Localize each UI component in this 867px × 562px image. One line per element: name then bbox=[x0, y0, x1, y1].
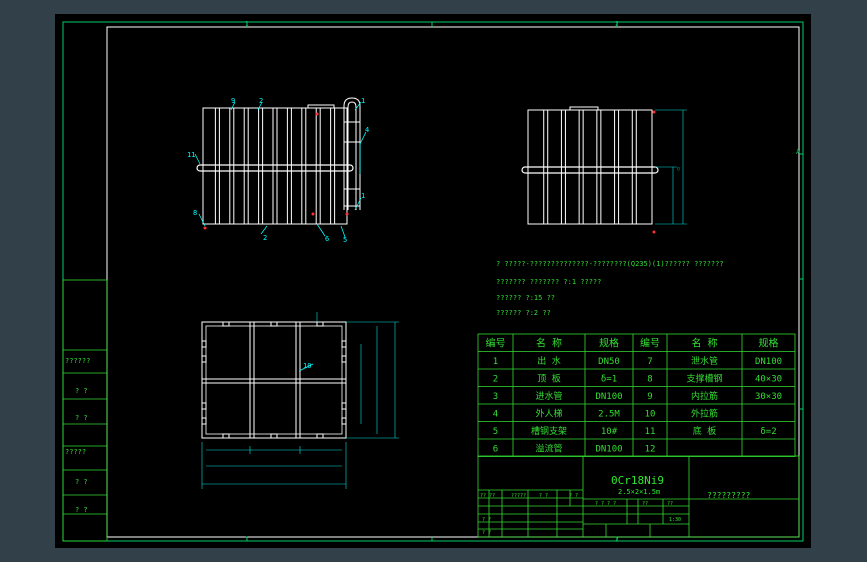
parts-cell: 顶 板 bbox=[537, 373, 560, 385]
parts-cell: 9 bbox=[647, 392, 652, 402]
tb-scale: 1:30 bbox=[669, 517, 681, 523]
parts-cell: δ=2 bbox=[760, 427, 776, 437]
parts-cell: DN100 bbox=[595, 392, 622, 402]
note-line-1: ? ?????-??????????????-????????(Q235)(1)… bbox=[496, 260, 724, 268]
parts-cell: DN50 bbox=[598, 357, 620, 367]
parts-cell: 2 bbox=[493, 375, 498, 385]
tb-cell-1: ?? ?? bbox=[480, 493, 495, 499]
side-dim-label: ▯ bbox=[677, 166, 680, 172]
zone-letter-top-2: 2 bbox=[615, 21, 619, 28]
drawing-title: ????????? bbox=[707, 491, 751, 500]
parts-header-cell: 名 称 bbox=[536, 337, 562, 350]
inner-frame bbox=[106, 26, 800, 538]
title-block bbox=[477, 455, 800, 538]
parts-cell: 7 bbox=[647, 357, 652, 367]
parts-cell: 5 bbox=[493, 427, 498, 437]
parts-cell: 11 bbox=[645, 427, 656, 437]
parts-cell: 10# bbox=[601, 427, 618, 437]
parts-cell: 3 bbox=[493, 392, 498, 402]
parts-cell: 6 bbox=[493, 445, 498, 455]
tb-cell-3: ? ? bbox=[539, 493, 548, 499]
callout-8: 8 bbox=[193, 209, 197, 217]
tb-cell-9: ? ? bbox=[482, 517, 491, 523]
parts-header-cell: 规格 bbox=[599, 337, 619, 350]
parts-cell: 进水管 bbox=[535, 390, 562, 402]
callout-9: 9 bbox=[231, 97, 235, 105]
parts-header-cell: 名 称 bbox=[691, 337, 717, 350]
tb-cell-7: ?? bbox=[667, 501, 673, 507]
tb-cell-4: ? ? bbox=[569, 493, 578, 499]
callout-10: 10 bbox=[303, 362, 311, 370]
tb-cell-2: ????? bbox=[511, 493, 526, 499]
margin-label-3: ? ? bbox=[75, 414, 88, 422]
title-dimensions: 2.5×2×1.5m bbox=[618, 488, 660, 496]
plan-view: 10 bbox=[201, 312, 399, 489]
note-line-3: ?????? ?:15 ?? bbox=[496, 294, 555, 302]
tb-cell-10: ? ? bbox=[482, 530, 491, 536]
technical-notes: ? ?????-??????????????-????????(Q235)(1)… bbox=[496, 260, 724, 317]
callout-5: 5 bbox=[343, 236, 347, 244]
parts-cell: 1 bbox=[493, 357, 498, 367]
parts-header-cell: 规格 bbox=[759, 337, 779, 350]
margin-label-5: ? ? bbox=[75, 478, 88, 486]
parts-cell: 支撑槽钢 bbox=[686, 373, 722, 385]
parts-cell: DN100 bbox=[755, 357, 782, 367]
tb-cell-5: ? ? ? ? bbox=[595, 501, 616, 507]
left-margin-stack bbox=[62, 279, 108, 542]
parts-cell: δ=1 bbox=[601, 375, 617, 385]
title-material: 0Cr18Ni9 bbox=[611, 474, 664, 487]
parts-cell: 泄水管 bbox=[691, 355, 718, 367]
margin-label-6: ? ? bbox=[75, 506, 88, 514]
margin-label-1: ?????? bbox=[65, 357, 90, 365]
callout-1-top: 1 bbox=[361, 97, 365, 105]
parts-cell: 出 水 bbox=[537, 355, 560, 367]
parts-header-cell: 编号 bbox=[640, 337, 660, 350]
parts-cell: 底 板 bbox=[693, 425, 716, 437]
parts-cell: 内拉筋 bbox=[691, 390, 718, 402]
parts-cell: 溢流管 bbox=[535, 443, 562, 455]
margin-label-2: ? ? bbox=[75, 387, 88, 395]
margin-label-4: ????? bbox=[65, 448, 86, 456]
outer-frame bbox=[62, 21, 804, 542]
zone-letter-side-a: A bbox=[796, 148, 801, 156]
callout-4: 4 bbox=[365, 126, 369, 134]
callout-2-top: 2 bbox=[259, 97, 263, 105]
cad-canvas: 1 2 1 2 A ?????? ? ? ? ? ????? ? ? ? ? 9… bbox=[62, 21, 804, 543]
callout-6: 6 bbox=[325, 235, 329, 243]
parts-cell: 外拉筋 bbox=[691, 408, 718, 420]
parts-cell: 12 bbox=[645, 445, 656, 455]
callout-11: 11 bbox=[187, 151, 195, 159]
tb-cell-6: ?? bbox=[642, 501, 648, 507]
parts-header-cell: 编号 bbox=[486, 337, 506, 350]
note-line-4: ?????? ?:2 ?? bbox=[496, 309, 551, 317]
parts-cell: 槽钢支架 bbox=[531, 425, 567, 437]
parts-cell: 40×30 bbox=[755, 375, 782, 385]
parts-cell: 4 bbox=[493, 410, 498, 420]
parts-cell: 10 bbox=[645, 410, 656, 420]
zone-letter-bottom-1: 1 bbox=[245, 536, 249, 543]
parts-cell: 30×30 bbox=[755, 392, 782, 402]
parts-cell: 2.5M bbox=[598, 410, 620, 420]
parts-cell: 8 bbox=[647, 375, 652, 385]
note-line-2: ??????? ??????? ?:1 ????? bbox=[496, 278, 601, 286]
callout-1-bottom: 1 bbox=[361, 192, 365, 200]
zone-letter-top-1: 1 bbox=[245, 21, 249, 28]
side-view: ▯ bbox=[521, 106, 687, 234]
parts-table: 编号 名 称 规格 编号 名 称 规格 1 出 水 DN50 7 泄水管 DN100 2 顶 板 δ=1 8 支… bbox=[477, 333, 796, 457]
front-view: 9 2 1 4 11 1 8 2 6 5 bbox=[187, 97, 369, 244]
callout-2-bottom: 2 bbox=[263, 234, 267, 242]
drawing-sheet: 1 2 1 2 A ?????? ? ? ? ? ????? ? ? ? ? 9… bbox=[55, 14, 811, 548]
parts-cell: 外人梯 bbox=[535, 408, 562, 420]
parts-cell: DN100 bbox=[595, 445, 622, 455]
